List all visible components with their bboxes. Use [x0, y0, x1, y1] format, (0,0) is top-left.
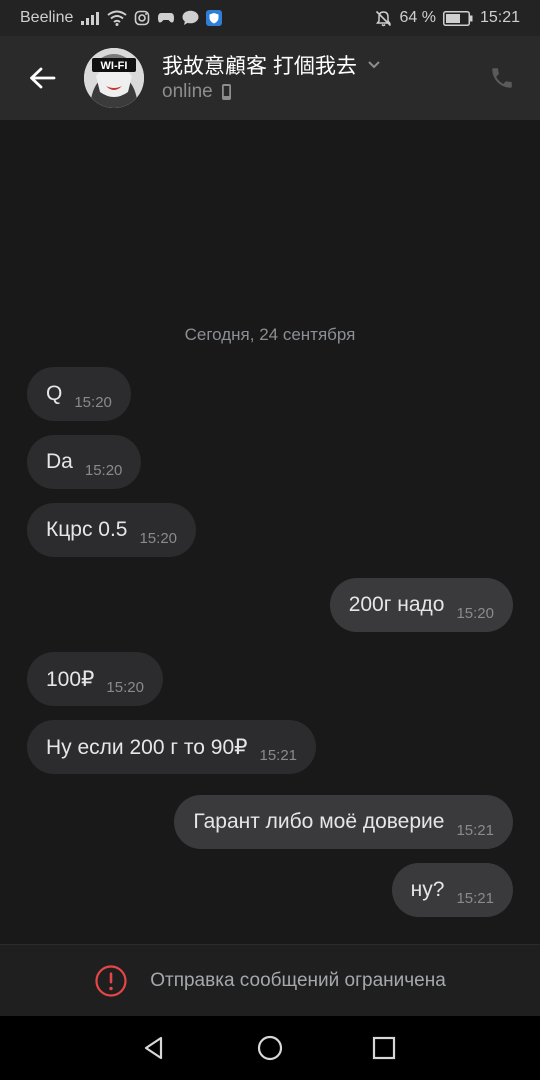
chat-status: online — [162, 81, 232, 103]
triangle-back-icon — [144, 1036, 163, 1060]
message-bubble[interactable]: Da 15:20 — [27, 435, 142, 489]
mute-bell-icon — [375, 10, 392, 27]
message-text: Ну если 200 г то 90₽ — [46, 735, 248, 759]
message-time: 15:20 — [106, 678, 144, 696]
avatar[interactable]: WI-FI — [84, 48, 144, 108]
message-bubble[interactable]: 200г надо 15:20 — [329, 578, 513, 632]
message-text: Кцрс 0.5 — [46, 518, 128, 541]
message-bubble[interactable]: Кцрс 0.5 15:20 — [27, 503, 197, 557]
online-status: online — [162, 81, 213, 102]
chat-title[interactable]: 我故意顧客 打個我去 — [162, 50, 381, 80]
system-nav-bar — [0, 1016, 540, 1080]
nav-home-button[interactable] — [254, 1032, 286, 1064]
circle-home-icon — [257, 1035, 283, 1061]
message-time: 15:21 — [259, 746, 298, 764]
clock: 15:21 — [479, 9, 520, 26]
message-time: 15:20 — [84, 461, 123, 479]
phone-icon — [492, 68, 512, 88]
back-arrow-icon — [30, 67, 56, 89]
restriction-notice: Отправка сообщений ограничена — [0, 944, 540, 1017]
back-button[interactable] — [22, 58, 62, 98]
chat-header: WI-FI 我故意顧客 打個我去 online — [0, 36, 540, 120]
message-time: 15:20 — [139, 529, 178, 547]
chat-name: 我故意顧客 打個我去 — [162, 55, 357, 78]
square-recents-icon — [372, 1036, 396, 1060]
message-text: Da — [46, 450, 73, 473]
message-text: 200г надо — [348, 593, 445, 616]
gamepad-icon — [157, 11, 175, 25]
battery-percent: 64 % — [399, 9, 436, 26]
message-text: 100₽ — [46, 667, 95, 691]
carrier-name: Beeline — [20, 9, 74, 26]
restriction-text: Отправка сообщений ограничена — [150, 970, 446, 991]
message-bubble[interactable]: Ну если 200 г то 90₽ 15:21 — [27, 720, 317, 774]
message-time: 15:21 — [456, 821, 494, 839]
message-text: Гарант либо моё доверие — [193, 810, 445, 833]
message-time: 15:20 — [456, 604, 494, 622]
message-text: ну? — [410, 878, 445, 901]
shield-icon — [206, 10, 223, 26]
nav-back-button[interactable] — [138, 1032, 170, 1064]
instagram-icon — [134, 10, 150, 26]
message-bubble[interactable]: ну? 15:21 — [391, 863, 513, 917]
avatar-label: WI-FI — [101, 60, 128, 72]
nav-recents-button[interactable] — [368, 1032, 400, 1064]
message-bubble[interactable]: 100₽ 15:20 — [27, 652, 163, 706]
message-bubble-icon — [182, 10, 199, 26]
message-bubble[interactable]: Гарант либо моё доверие 15:21 — [174, 795, 513, 849]
wifi-icon — [107, 10, 127, 26]
avatar-image: WI-FI — [84, 48, 144, 108]
date-separator: Сегодня, 24 сентября — [184, 325, 356, 344]
message-time: 15:21 — [456, 889, 494, 907]
message-bubble[interactable]: Q 15:20 — [27, 367, 131, 421]
status-bar: Beeline 64 % 15:21 — [0, 0, 540, 36]
mobile-device-icon — [221, 84, 231, 100]
call-button[interactable] — [486, 62, 518, 94]
battery-icon — [442, 10, 473, 26]
message-list[interactable]: Сегодня, 24 сентября Q 15:20 Da 15:20 Кц… — [0, 120, 540, 944]
message-text: Q — [46, 382, 63, 405]
signal-icon — [80, 10, 100, 26]
message-time: 15:20 — [74, 393, 112, 411]
warning-icon — [95, 965, 127, 997]
chevron-down-icon — [368, 61, 380, 69]
